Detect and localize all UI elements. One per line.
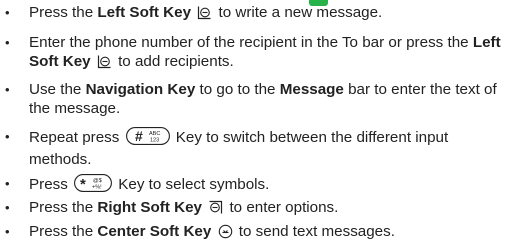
list-item: • Press the Right Soft Key to enter opti… — [0, 198, 512, 220]
left-soft-key-icon — [197, 5, 212, 25]
svg-text:@$: @$ — [93, 178, 102, 184]
list-item: • Press * @$ +%! Key to select symbols. — [0, 174, 512, 197]
svg-text:*: * — [80, 176, 86, 192]
bar-name: Message — [279, 81, 344, 98]
svg-text:123: 123 — [150, 138, 159, 144]
key-name: Right Soft Key — [97, 199, 202, 216]
key-name: Navigation Key — [85, 81, 196, 98]
hash-key-icon: # ABC 123 — [125, 127, 170, 150]
bullet: • — [5, 82, 10, 97]
bullet: • — [5, 224, 10, 239]
svg-text:+%!: +%! — [92, 185, 102, 191]
list-item: • Enter the phone number of the recipien… — [0, 33, 512, 74]
bullet: • — [5, 200, 10, 215]
left-soft-key-icon — [97, 54, 112, 74]
list-item: • Repeat press # ABC 123 Key to switch bet… — [5, 127, 449, 168]
list-item: • Press the Center Soft Key to send text… — [0, 222, 512, 244]
right-soft-key-icon — [208, 200, 223, 220]
bullet: • — [5, 5, 10, 20]
list-item: • Use the Navigation Key to go to the Me… — [5, 81, 497, 117]
center-soft-key-icon — [218, 224, 233, 244]
key-name: Center Soft Key — [97, 223, 212, 240]
bullet: • — [5, 129, 10, 144]
svg-text:ABC: ABC — [149, 131, 160, 137]
svg-text:#: # — [135, 128, 143, 144]
bullet: • — [5, 176, 10, 191]
star-key-icon: * @$ +%! — [74, 174, 112, 197]
list-item: • Press the Left Soft Key to write a new… — [0, 3, 512, 25]
key-name: Left Soft Key — [97, 4, 192, 21]
bullet: • — [5, 35, 10, 50]
